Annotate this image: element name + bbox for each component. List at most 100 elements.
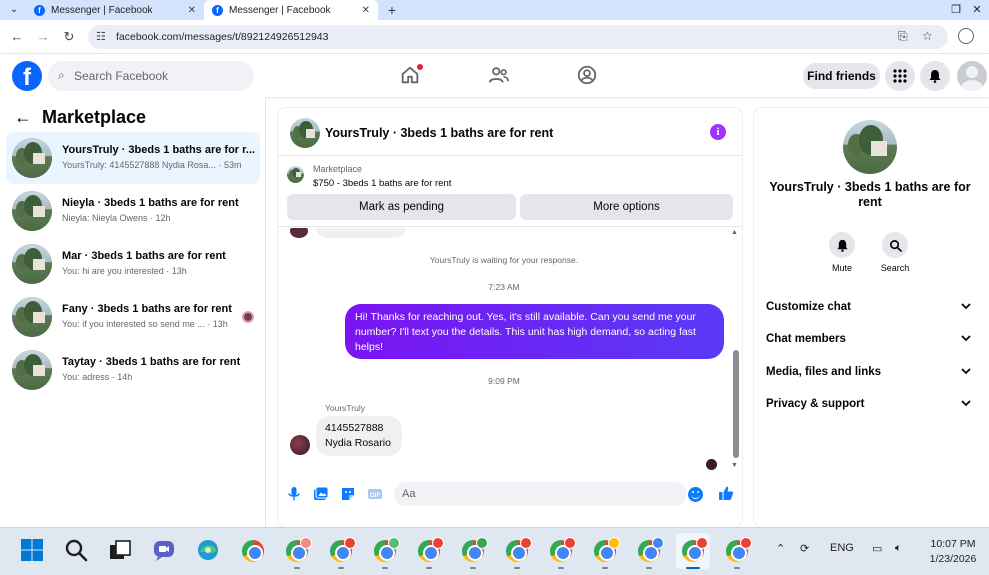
sync-icon[interactable]: ⟳ [800,542,809,555]
microphone-icon[interactable] [286,486,302,502]
search-box[interactable]: ⌕ Search Facebook [48,61,254,91]
message-list[interactable]: YoursTruly is waiting for your response.… [278,228,742,473]
close-window-icon[interactable]: ✕ [962,0,989,20]
home-nav-icon[interactable] [399,64,423,88]
listing-thumbnail[interactable] [287,166,304,183]
thumbs-up-icon[interactable] [718,485,734,501]
chrome-profile-icon[interactable] [460,537,488,569]
language-indicator[interactable]: ENG [830,542,854,554]
back-arrow-icon[interactable]: ← [14,107,32,128]
address-bar[interactable]: ☷ facebook.com/messages/t/89212492651294… [88,25,948,49]
close-tab-icon[interactable]: ✕ [362,5,370,16]
facebook-logo-icon[interactable]: f [12,61,42,91]
teams-chat-icon[interactable] [152,538,178,564]
conversation-preview: Nieyla: Nieyla Owens · 12h [62,213,171,223]
volume-icon[interactable]: 🔈︎ [895,542,902,555]
system-clock[interactable]: 10:07 PM 1/23/2026 [924,537,982,567]
more-options-button[interactable]: More options [520,194,733,220]
conversation-item[interactable]: Taytay · 3beds 1 baths are for rent You:… [6,344,260,396]
bell-icon[interactable] [829,232,855,258]
conversation-item[interactable]: YoursTruly · 3beds 1 baths are for r... … [6,132,260,184]
chevron-down-icon [961,303,971,310]
sticker-icon[interactable] [340,486,356,502]
mark-as-pending-button[interactable]: Mark as pending [287,194,516,220]
scrollbar-thumb[interactable] [733,350,739,458]
info-icon[interactable]: i [710,124,726,140]
close-tab-icon[interactable]: ✕ [188,5,196,16]
conversation-item[interactable]: Mar · 3beds 1 baths are for rent You: hi… [6,238,260,290]
chat-details-panel: YoursTruly · 3beds 1 baths are for rent … [754,108,989,527]
listing-title[interactable]: $750 - 3beds 1 baths are for rent [313,178,451,189]
reload-icon[interactable]: ↻ [60,28,78,46]
message-input[interactable] [394,482,687,506]
conversation-avatar [12,244,52,284]
show-hidden-icons-chevron-icon[interactable]: ⌃ [776,542,785,555]
find-friends-button[interactable]: Find friends [803,63,880,89]
browser-tab-2[interactable]: f Messenger | Facebook ✕ [204,0,378,20]
chrome-profile-icon[interactable] [504,537,532,569]
back-icon[interactable]: ← [8,28,26,46]
conversation-avatar [12,350,52,390]
chat-panel: YoursTruly · 3beds 1 baths are for rent … [278,108,742,527]
notifications-bell-icon[interactable] [920,61,950,91]
browser-tab-1[interactable]: f Messenger | Facebook ✕ [26,0,204,20]
scroll-down-arrow-icon[interactable]: ▼ [731,462,738,469]
chrome-profile-icon[interactable] [724,537,752,569]
message-line: 4145527888 [325,422,384,434]
notification-dot [417,64,423,70]
forward-icon[interactable]: → [34,28,52,46]
search-in-chat-button[interactable]: Search [870,232,920,273]
chrome-profile-icon[interactable] [636,537,664,569]
chat-members-row[interactable]: Chat members [754,326,989,354]
site-info-icon[interactable]: ☷ [96,30,106,43]
chrome-icon[interactable] [240,538,266,564]
chrome-profile-icon[interactable] [284,537,312,569]
privacy-support-row[interactable]: Privacy & support [754,391,989,419]
sender-avatar[interactable] [290,435,310,455]
chrome-profile-icon[interactable] [548,537,576,569]
conversation-avatar [12,297,52,337]
tab-search-chevron-icon[interactable]: ⌄ [4,2,24,18]
details-avatar[interactable] [843,120,897,174]
chat-avatar[interactable] [290,118,320,148]
conversation-preview: You: adress · 14h [62,372,133,382]
chrome-profile-icon[interactable] [372,537,400,569]
svg-text:GIF: GIF [370,492,381,499]
chevron-down-icon [961,400,971,407]
install-app-icon[interactable]: ⎘ [898,29,908,44]
read-receipt-avatar [706,459,717,470]
account-avatar[interactable] [957,61,987,91]
chrome-profile-icon[interactable] [328,537,356,569]
message-composer: GIF [278,480,742,510]
bookmark-star-icon[interactable]: ☆ [922,29,933,43]
edge-browser-icon[interactable] [196,538,222,564]
chrome-profile-icon[interactable] [416,537,444,569]
conversation-preview: You: if you interested so send me ... · … [62,319,228,329]
previous-message-bubble[interactable] [316,228,406,238]
photo-icon[interactable] [313,486,329,502]
outgoing-message-bubble[interactable]: Hi! Thanks for reaching out. Yes, it's s… [345,304,724,359]
conversation-item[interactable]: Nieyla · 3beds 1 baths are for rent Niey… [6,185,260,237]
mute-button[interactable]: Mute [817,232,867,273]
conversation-item[interactable]: Fany · 3beds 1 baths are for rent You: i… [6,291,260,343]
new-tab-icon[interactable]: + [384,0,400,20]
gif-icon[interactable]: GIF [367,486,383,502]
chat-title[interactable]: YoursTruly · 3beds 1 baths are for rent [325,126,553,140]
search-icon[interactable] [882,232,908,258]
incoming-message-bubble[interactable]: 4145527888 Nydia Rosario [316,416,402,456]
chrome-profile-icon[interactable] [592,537,620,569]
profile-nav-icon[interactable] [576,64,600,88]
network-icon[interactable]: ▭ [872,542,882,555]
scroll-up-arrow-icon[interactable]: ▲ [731,229,738,236]
friends-nav-icon[interactable] [488,64,512,88]
customize-chat-row[interactable]: Customize chat [754,294,989,322]
chrome-profile-icon-active[interactable] [676,533,710,569]
taskbar-search-icon[interactable] [64,538,90,564]
task-view-icon[interactable] [108,538,134,564]
windows-start-icon[interactable] [20,538,46,564]
menu-grid-icon[interactable] [885,61,915,91]
browser-profile-icon[interactable] [958,28,974,44]
emoji-icon[interactable] [688,487,703,502]
media-files-links-row[interactable]: Media, files and links [754,359,989,387]
mute-label: Mute [831,263,852,273]
